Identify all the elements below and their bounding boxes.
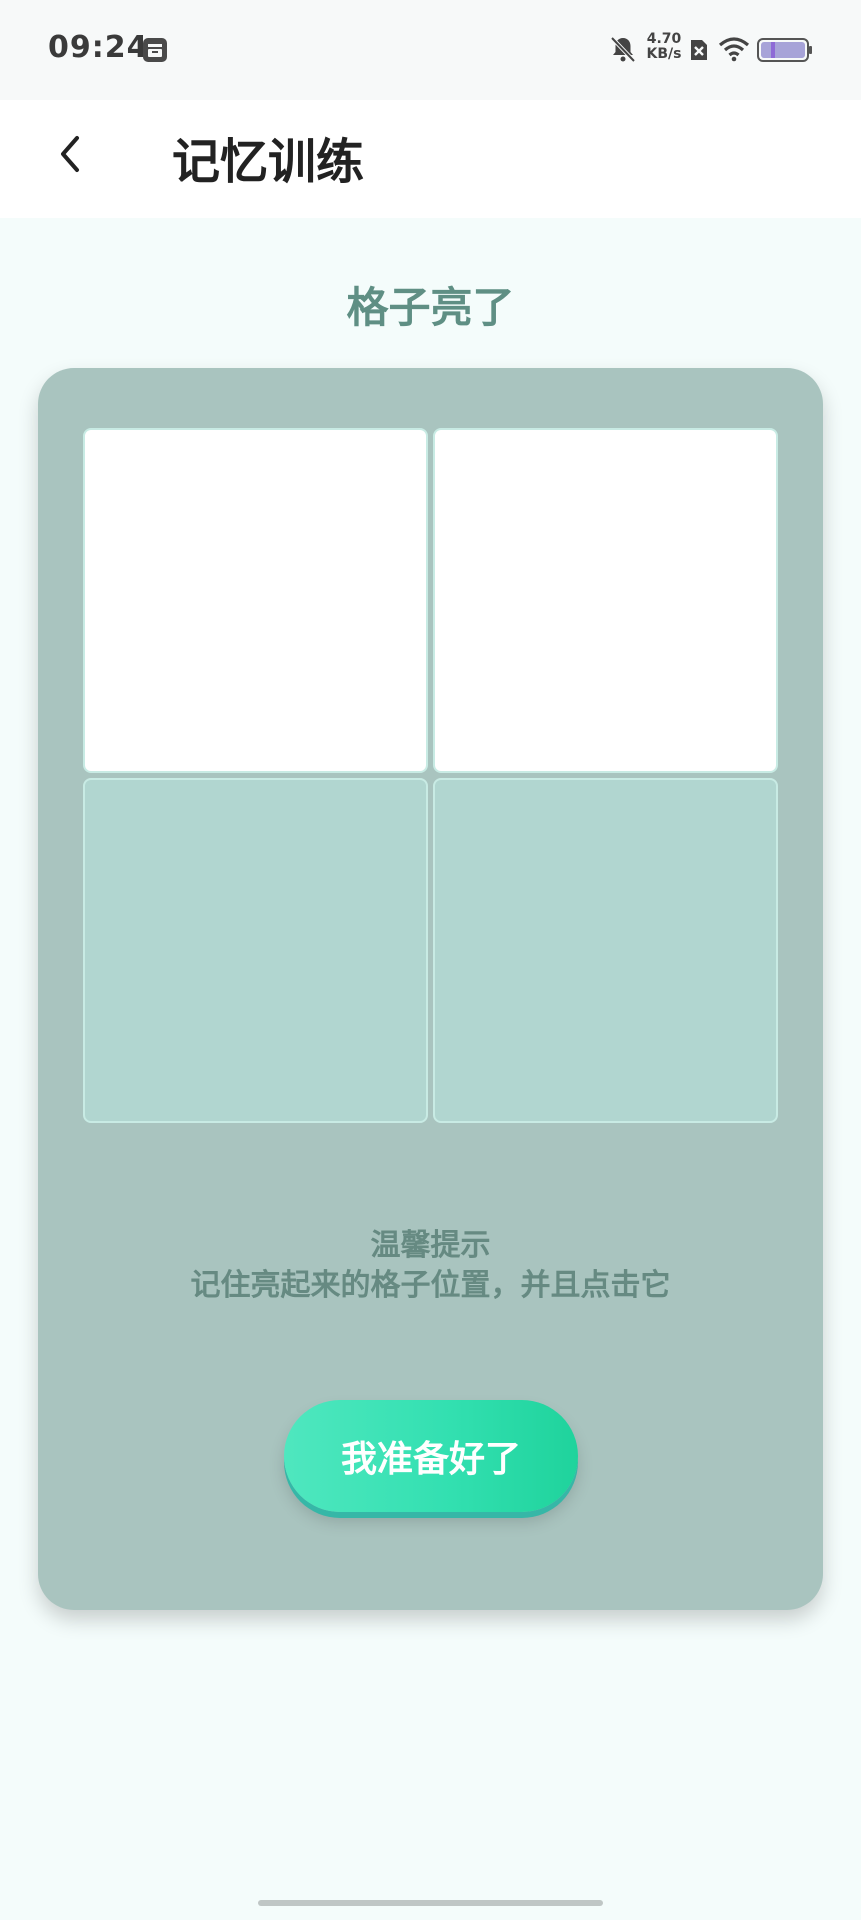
grid-cell[interactable] <box>433 778 778 1123</box>
home-indicator[interactable] <box>258 1900 603 1906</box>
tip-title: 温馨提示 <box>370 1228 491 1263</box>
app-notification-icon <box>143 38 167 62</box>
back-button[interactable] <box>40 124 100 184</box>
grid-cell[interactable] <box>433 428 778 773</box>
sim-disabled-icon <box>691 40 707 60</box>
battery-icon <box>757 38 812 62</box>
net-speed-unit: KB/s <box>646 46 682 62</box>
game-card: 温馨提示 记住亮起来的格子位置，并且点击它 我准备好了 <box>38 368 823 1610</box>
chevron-left-icon <box>61 136 79 172</box>
status-time: 09:24 <box>48 30 149 65</box>
grid-cell[interactable] <box>83 428 428 773</box>
main-content: 格子亮了 温馨提示 记住亮起来的格子位置，并且点击它 我准备好了 <box>0 218 861 1920</box>
app-header: 记忆训练 <box>0 100 861 218</box>
tip-text: 记住亮起来的格子位置，并且点击它 <box>190 1268 671 1303</box>
net-speed-value: 4.70 <box>646 31 682 47</box>
status-bar: 09:24 4.70 KB/s <box>0 0 861 100</box>
ready-button-label: 我准备好了 <box>340 1439 521 1480</box>
game-state-title: 格子亮了 <box>346 283 515 332</box>
net-speed: 4.70 KB/s <box>643 32 685 62</box>
memory-grid <box>83 428 778 1123</box>
mute-bell-icon <box>610 36 636 63</box>
grid-cell[interactable] <box>83 778 428 1123</box>
wifi-icon <box>718 37 750 62</box>
page-title: 记忆训练 <box>172 134 365 190</box>
ready-button[interactable]: 我准备好了 <box>284 1400 578 1512</box>
